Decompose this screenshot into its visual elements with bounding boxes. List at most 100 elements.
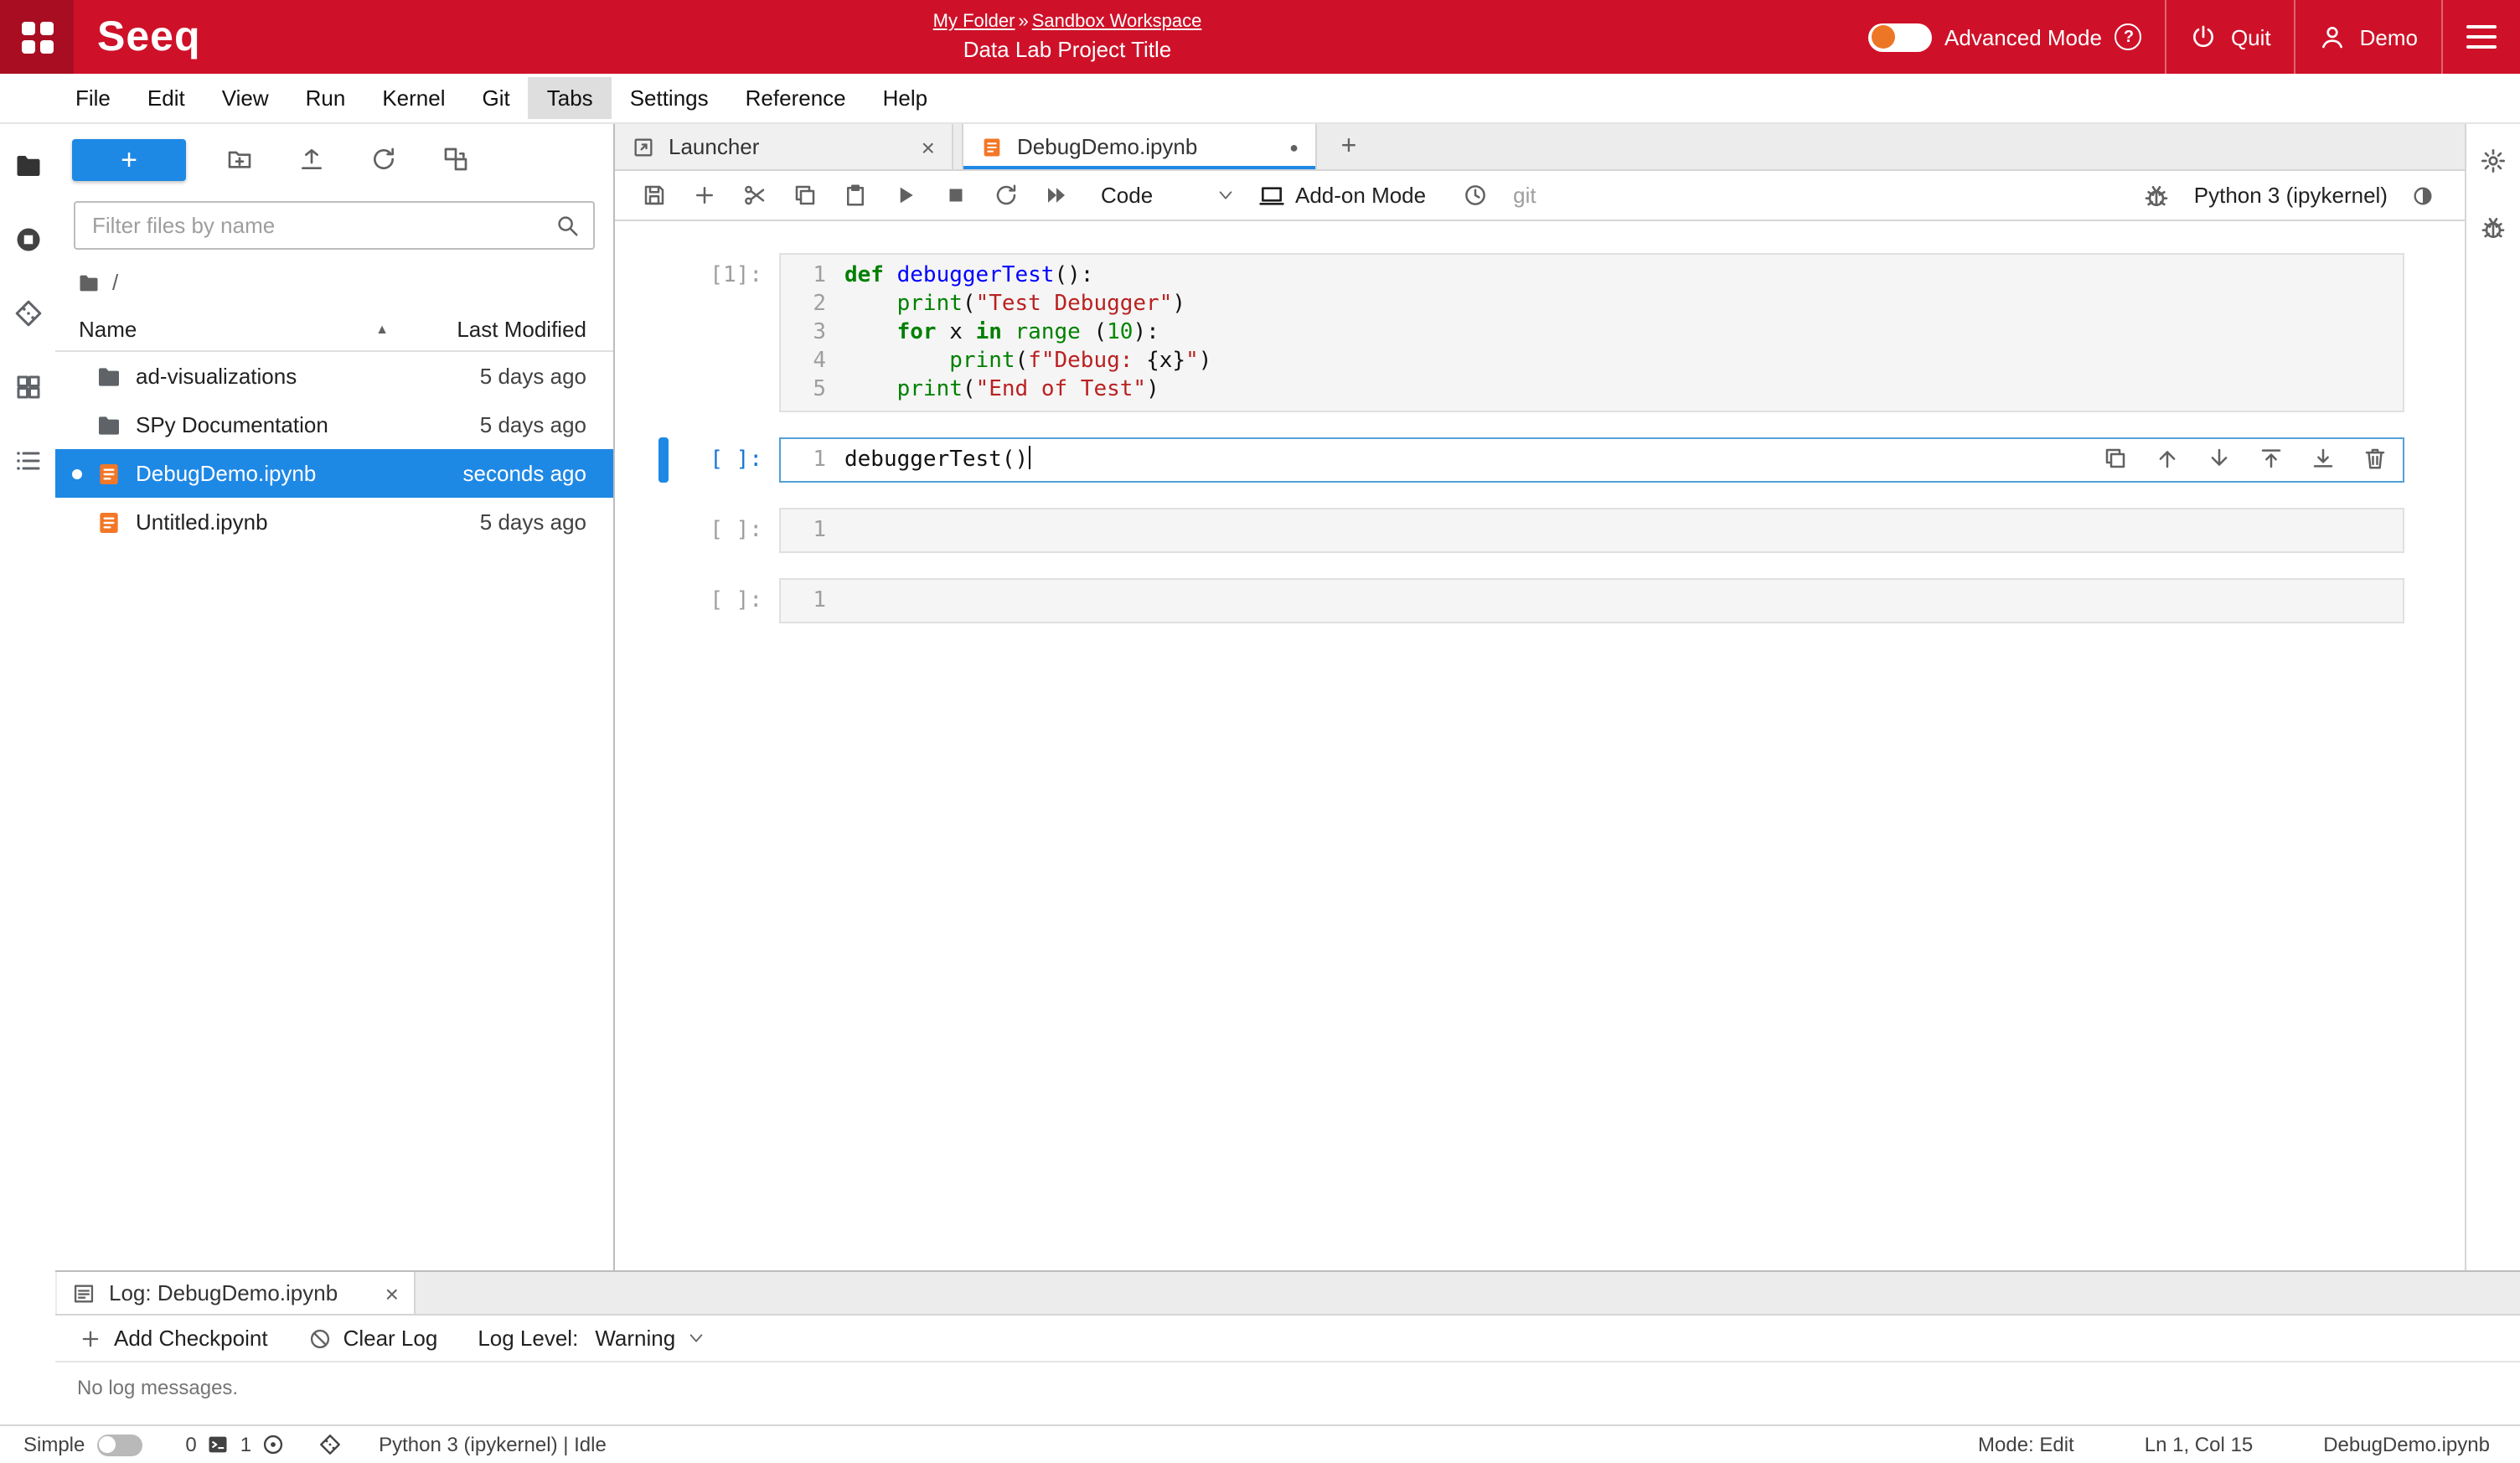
cell-editor[interactable]: 12345 def debuggerTest(): print("Test De… bbox=[779, 253, 2404, 412]
hamburger-menu[interactable] bbox=[2443, 25, 2520, 49]
restart-kernel-button[interactable] bbox=[980, 175, 1030, 215]
file-filter bbox=[74, 201, 595, 250]
cursor-position-label[interactable]: Ln 1, Col 15 bbox=[2145, 1433, 2253, 1456]
menu-item-settings[interactable]: Settings bbox=[612, 77, 727, 119]
tab-notebook-label: DebugDemo.ipynb bbox=[1017, 134, 1197, 159]
status-bar: Simple 0 1 Python 3 (ipykernel) | Idle M… bbox=[0, 1424, 2520, 1463]
menu-item-reference[interactable]: Reference bbox=[727, 77, 865, 119]
debugger-panel-bug-icon[interactable] bbox=[2480, 215, 2507, 241]
breadcrumb: My Folder»Sandbox Workspace bbox=[933, 12, 1202, 32]
cell-type-dropdown[interactable]: Code bbox=[1094, 179, 1242, 211]
file-browser-tab-icon[interactable] bbox=[13, 151, 43, 181]
insert-cell-below-icon[interactable] bbox=[2311, 446, 2336, 471]
cell-code[interactable] bbox=[844, 587, 2403, 615]
menu-item-git[interactable]: Git bbox=[464, 77, 529, 119]
cell-collapser[interactable] bbox=[658, 508, 669, 553]
header-center: My Folder»Sandbox Workspace Data Lab Pro… bbox=[933, 12, 1202, 62]
menu-item-help[interactable]: Help bbox=[865, 77, 947, 119]
app-switcher-icon[interactable] bbox=[0, 0, 74, 74]
quit-button[interactable]: Quit bbox=[2167, 23, 2295, 50]
cell-code[interactable] bbox=[844, 516, 2403, 545]
cut-cells-button[interactable] bbox=[729, 175, 779, 215]
code-cell-1: [1]: 12345 def debuggerTest(): print("Te… bbox=[658, 253, 2404, 412]
move-cell-down-icon[interactable] bbox=[2207, 446, 2232, 471]
insert-cell-button[interactable] bbox=[679, 175, 729, 215]
column-name[interactable]: Name ▲ bbox=[79, 317, 412, 342]
menu-item-edit[interactable]: Edit bbox=[129, 77, 204, 119]
advanced-mode-toggle[interactable] bbox=[1867, 23, 1931, 51]
clone-repository-icon[interactable] bbox=[442, 146, 469, 173]
simple-mode-toggle[interactable] bbox=[96, 1434, 142, 1455]
new-tab-button[interactable]: + bbox=[1325, 124, 1372, 169]
git-toolbar-label[interactable]: git bbox=[1513, 183, 1536, 208]
breadcrumb-sandbox-workspace[interactable]: Sandbox Workspace bbox=[1032, 12, 1202, 32]
cell-hover-toolbar bbox=[2103, 446, 2388, 471]
cell-code[interactable]: def debuggerTest(): print("Test Debugger… bbox=[844, 261, 2403, 404]
checkpoint-history-button[interactable] bbox=[1449, 175, 1500, 215]
new-launcher-button[interactable]: + bbox=[72, 138, 186, 180]
help-icon[interactable]: ? bbox=[2115, 23, 2142, 50]
file-row-spy-documentation[interactable]: SPy Documentation5 days ago bbox=[55, 401, 613, 449]
log-console-panel: Log: DebugDemo.ipynb × Add Checkpoint Cl… bbox=[55, 1270, 2520, 1424]
git-tab-icon[interactable] bbox=[13, 298, 43, 328]
menu-item-tabs[interactable]: Tabs bbox=[529, 77, 612, 119]
clear-log-button[interactable]: Clear Log bbox=[308, 1326, 438, 1351]
file-row-untitled-ipynb[interactable]: Untitled.ipynb5 days ago bbox=[55, 498, 613, 546]
cell-editor[interactable]: 1 bbox=[779, 578, 2404, 623]
close-icon[interactable]: × bbox=[922, 135, 935, 158]
menu-item-file[interactable]: File bbox=[57, 77, 129, 119]
property-inspector-gear-icon[interactable] bbox=[2480, 147, 2507, 174]
menu-item-view[interactable]: View bbox=[204, 77, 287, 119]
cell-collapser[interactable] bbox=[658, 437, 669, 483]
delete-cell-icon[interactable] bbox=[2362, 446, 2388, 471]
file-row-ad-visualizations[interactable]: ad-visualizations5 days ago bbox=[55, 352, 613, 401]
add-checkpoint-button[interactable]: Add Checkpoint bbox=[79, 1326, 268, 1351]
notebook-mode-label[interactable]: Mode: Edit bbox=[1978, 1433, 2074, 1456]
log-empty-message: No log messages. bbox=[55, 1362, 2520, 1413]
run-cell-button[interactable] bbox=[880, 175, 930, 215]
kernel-name-label[interactable]: Python 3 (ipykernel) bbox=[2194, 183, 2388, 208]
cell-collapser[interactable] bbox=[658, 253, 669, 412]
interrupt-kernel-button[interactable] bbox=[930, 175, 980, 215]
unsaved-changes-dot[interactable]: ● bbox=[1289, 138, 1299, 155]
file-browser-panel: + / Name ▲ Last bbox=[55, 124, 615, 1270]
running-sessions-status[interactable]: 0 1 bbox=[185, 1433, 342, 1456]
new-folder-icon[interactable] bbox=[226, 146, 253, 173]
running-sessions-tab-icon[interactable] bbox=[13, 225, 43, 255]
save-button[interactable] bbox=[628, 175, 679, 215]
table-of-contents-tab-icon[interactable] bbox=[13, 446, 43, 476]
kernel-count: 1 bbox=[240, 1433, 251, 1456]
extensions-tab-icon[interactable] bbox=[13, 372, 43, 402]
kernel-status-label[interactable]: Python 3 (ipykernel) | Idle bbox=[379, 1433, 607, 1456]
kernel-status-icon[interactable] bbox=[2411, 184, 2435, 207]
move-cell-up-icon[interactable] bbox=[2155, 446, 2180, 471]
insert-cell-above-icon[interactable] bbox=[2259, 446, 2284, 471]
user-menu[interactable]: Demo bbox=[2296, 23, 2441, 50]
debugger-bug-icon[interactable] bbox=[2144, 182, 2171, 209]
close-icon[interactable]: × bbox=[385, 1279, 399, 1306]
user-icon bbox=[2320, 23, 2347, 50]
copy-cells-button[interactable] bbox=[779, 175, 829, 215]
duplicate-cell-icon[interactable] bbox=[2103, 446, 2128, 471]
paste-cells-button[interactable] bbox=[829, 175, 880, 215]
refresh-icon[interactable] bbox=[370, 146, 397, 173]
log-level-dropdown[interactable]: Warning bbox=[595, 1326, 705, 1351]
breadcrumb-my-folder[interactable]: My Folder bbox=[933, 12, 1015, 32]
tab-debugdemo-notebook[interactable]: DebugDemo.ipynb ● bbox=[962, 124, 1317, 169]
cell-collapser[interactable] bbox=[658, 578, 669, 623]
tab-launcher[interactable]: Launcher × bbox=[615, 124, 953, 169]
file-path-breadcrumb[interactable]: / bbox=[55, 266, 613, 310]
column-last-modified[interactable]: Last Modified bbox=[412, 317, 586, 342]
addon-mode-button[interactable]: Add-on Mode bbox=[1258, 182, 1426, 209]
notebook-icon bbox=[980, 135, 1004, 158]
cell-editor[interactable]: 1 debuggerTest() bbox=[779, 437, 2404, 483]
upload-icon[interactable] bbox=[298, 146, 325, 173]
tab-log-debugdemo[interactable]: Log: DebugDemo.ipynb × bbox=[57, 1272, 416, 1314]
cell-editor[interactable]: 1 bbox=[779, 508, 2404, 553]
run-all-cells-button[interactable] bbox=[1030, 175, 1081, 215]
git-status-icon[interactable] bbox=[318, 1433, 342, 1456]
file-filter-input[interactable] bbox=[74, 201, 595, 250]
menu-item-kernel[interactable]: Kernel bbox=[364, 77, 463, 119]
menu-item-run[interactable]: Run bbox=[287, 77, 364, 119]
file-row-debugdemo-ipynb[interactable]: DebugDemo.ipynbseconds ago bbox=[55, 449, 613, 498]
